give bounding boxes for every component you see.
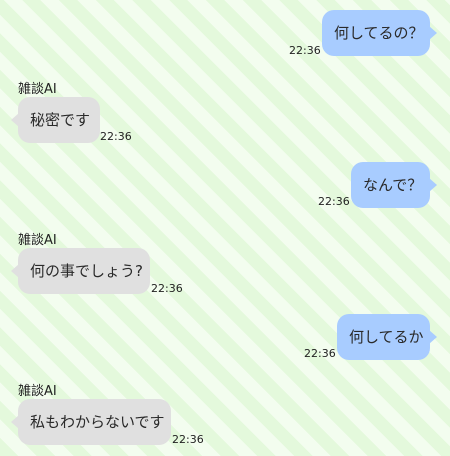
bot-message-bubble: 私もわからないです bbox=[11, 399, 171, 445]
message-timestamp: 22:36 bbox=[304, 347, 336, 360]
message-timestamp: 22:36 bbox=[318, 195, 350, 208]
user-message-bubble: 何してるか bbox=[337, 314, 437, 360]
sender-name: 雑談AI bbox=[18, 82, 57, 97]
message-timestamp: 22:36 bbox=[100, 130, 132, 143]
message-timestamp: 22:36 bbox=[151, 282, 183, 295]
bot-message-bubble: 秘密です bbox=[11, 97, 100, 143]
user-message-bubble: 何してるの？ bbox=[322, 10, 437, 56]
bot-message-bubble: 何の事でしょう? bbox=[11, 248, 150, 294]
message-timestamp: 22:36 bbox=[289, 44, 321, 57]
sender-name: 雑談AI bbox=[18, 384, 57, 399]
message-timestamp: 22:36 bbox=[172, 433, 204, 446]
sender-name: 雑談AI bbox=[18, 233, 57, 248]
user-message-bubble: なんで？ bbox=[351, 162, 437, 208]
chat-log: 何してるの？ 22:36 雑談AI 秘密です 22:36 なんで？ 22:36 … bbox=[0, 0, 450, 456]
